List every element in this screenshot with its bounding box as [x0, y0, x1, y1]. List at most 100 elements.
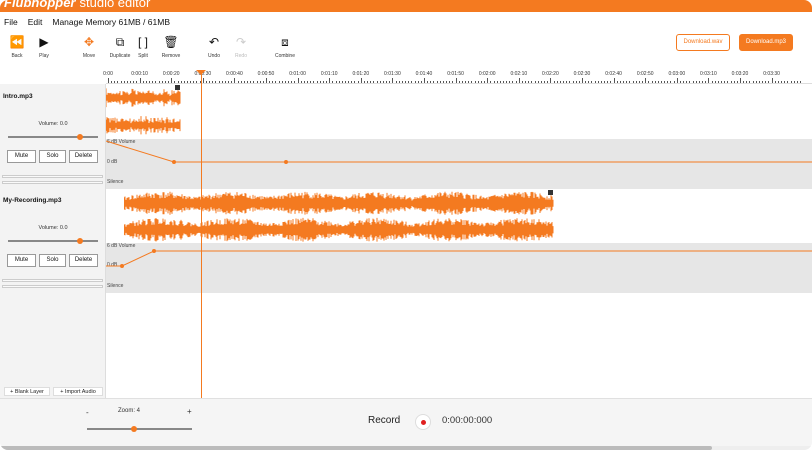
ruler-tick [550, 78, 552, 83]
zoom-slider-knob[interactable] [131, 426, 138, 432]
ruler-tick [695, 81, 697, 83]
combine-button[interactable]: ⧈ Combine [268, 35, 302, 59]
clip-resize-handle[interactable] [548, 190, 553, 195]
ruler-tick [183, 81, 185, 83]
ruler-tick [613, 78, 615, 83]
ruler-tick [363, 81, 365, 83]
ruler-tick [424, 78, 425, 83]
ruler-tick [278, 81, 280, 83]
play-button[interactable]: ▶ Play [27, 35, 61, 59]
ruler-tick [408, 81, 410, 83]
ruler-tick [528, 81, 530, 83]
solo-button[interactable]: Solo [39, 254, 66, 267]
ruler-tick [686, 81, 688, 83]
menu-edit[interactable]: Edit [28, 17, 43, 27]
volume-slider-knob[interactable] [77, 134, 83, 140]
ruler-tick [212, 81, 214, 83]
waveform [123, 191, 554, 242]
zoom-slider[interactable] [87, 426, 192, 432]
audio-clip-recording[interactable] [123, 190, 554, 243]
ruler-tick [793, 81, 795, 83]
ruler-tick [319, 81, 321, 83]
ruler-tick [240, 81, 242, 83]
ruler-tick [379, 81, 381, 83]
move-button[interactable]: ✥ Move [72, 35, 106, 59]
ruler-tick [635, 81, 637, 83]
ruler-tick [698, 81, 700, 83]
zoom-out-button[interactable]: - [86, 408, 89, 417]
playhead[interactable] [201, 72, 202, 399]
ruler-tick-label: 0:01:50 [447, 71, 464, 77]
ruler-tick [130, 81, 132, 83]
delete-track-button[interactable]: Delete [69, 150, 98, 163]
volume-slider[interactable] [8, 238, 98, 244]
scrollbar-thumb[interactable] [0, 446, 712, 450]
ruler-tick [247, 81, 249, 83]
ruler-tick [717, 81, 719, 83]
ruler-tick [177, 81, 179, 83]
ruler-tick [638, 81, 640, 83]
volume-envelope[interactable]: 6 dB Volume 0 dB Silence [106, 243, 812, 293]
brand-logo: Flubhopper studio editor [4, 0, 151, 10]
ruler-tick [796, 81, 798, 83]
download-mp3-button[interactable]: Download.mp3 [739, 34, 793, 51]
ruler-tick [667, 81, 669, 83]
ruler-tick [155, 81, 157, 83]
ruler-tick [547, 81, 549, 83]
ruler-tick [452, 81, 454, 83]
ruler-tick [307, 81, 309, 83]
redo-button[interactable]: ↷ Redo [224, 35, 258, 59]
ruler-tick-label: 0:02:00 [478, 71, 496, 77]
ruler-tick [300, 81, 302, 83]
ruler-tick [262, 81, 264, 83]
ruler-tick [253, 81, 255, 83]
volume-slider-knob[interactable] [77, 238, 83, 244]
ruler-tick [164, 81, 166, 83]
ruler-tick [758, 81, 760, 83]
download-wav-button[interactable]: Download.wav [676, 34, 730, 51]
ruler-tick [275, 81, 277, 83]
ruler-tick [499, 81, 501, 83]
ruler-tick [629, 81, 631, 83]
ruler-tick [465, 81, 467, 83]
ruler-tick [168, 81, 170, 83]
ruler-tick [626, 81, 628, 83]
ruler-tick-label: 0:02:30 [573, 71, 591, 77]
track-progress [2, 175, 103, 178]
ruler-tick [563, 81, 565, 83]
ruler-tick [477, 81, 479, 83]
volume-slider[interactable] [8, 134, 98, 140]
timeline-ruler[interactable]: 0:00 0:00:10 0:00:20 0:00:30 0:00:40 0:00:50 0… [103, 71, 812, 84]
import-audio-button[interactable]: + Import Audio [53, 387, 103, 396]
ruler-tick [392, 78, 394, 83]
ruler-tick [736, 81, 738, 83]
audio-clip-intro[interactable] [105, 84, 181, 139]
zoom-in-button[interactable]: + [187, 407, 192, 416]
ruler-tick [446, 81, 448, 83]
mute-button[interactable]: Mute [7, 254, 36, 267]
ruler-tick [471, 81, 473, 83]
record-dot-icon [421, 420, 426, 425]
ruler-tick-label: 0:00:20 [162, 71, 180, 77]
ruler-tick [604, 81, 606, 83]
remove-button[interactable]: 🗑 Remove [154, 35, 188, 59]
envelope-line [106, 249, 812, 268]
ruler-tick [800, 81, 802, 83]
solo-button[interactable]: Solo [39, 150, 66, 163]
clip-resize-handle[interactable] [175, 85, 180, 90]
menu-bar: File Edit Manage Memory 61MB / 61MB [0, 14, 176, 30]
waveform-channel [123, 191, 554, 215]
mute-button[interactable]: Mute [7, 150, 36, 163]
ruler-tick [784, 81, 786, 83]
ruler-tick [730, 81, 732, 83]
blank-layer-button[interactable]: + Blank Layer [4, 387, 50, 396]
menu-manage-memory[interactable]: Manage Memory 61MB / 61MB [52, 17, 170, 27]
volume-envelope[interactable]: 6 dB Volume 0 dB Silence [106, 139, 812, 189]
horizontal-scrollbar[interactable] [0, 446, 812, 450]
ruler-tick [461, 81, 463, 83]
ruler-tick [196, 81, 198, 83]
menu-file[interactable]: File [4, 17, 18, 27]
ruler-tick [455, 78, 457, 83]
record-button[interactable] [415, 414, 431, 430]
delete-track-button[interactable]: Delete [69, 254, 98, 267]
